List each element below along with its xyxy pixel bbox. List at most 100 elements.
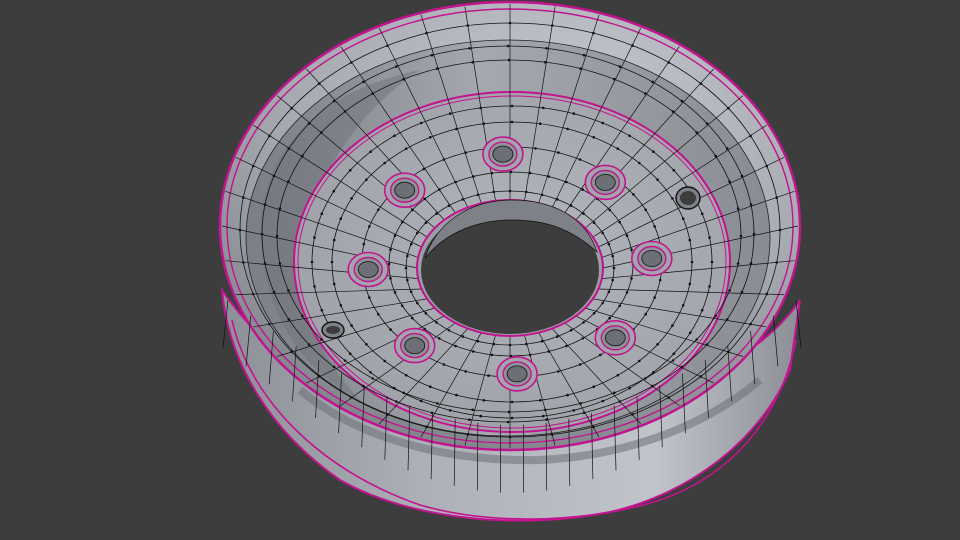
vertex: [272, 174, 276, 178]
vertex: [442, 363, 446, 366]
vertex: [307, 343, 311, 346]
vertex: [509, 170, 513, 174]
vertex: [705, 343, 709, 346]
vertex: [736, 207, 740, 210]
vertex: [638, 359, 641, 363]
vertex: [749, 203, 753, 206]
vertex: [592, 425, 595, 429]
bolt-hole: [594, 173, 616, 191]
vertex: [401, 220, 404, 224]
valve-hole-opening: [326, 326, 340, 334]
vertex: [538, 122, 542, 125]
vertex: [438, 188, 441, 191]
vertex: [775, 261, 778, 264]
vertex: [429, 136, 432, 139]
vertex: [658, 278, 662, 282]
vertex: [542, 414, 545, 418]
vertex: [601, 231, 604, 235]
vertex: [547, 175, 550, 178]
vertex: [749, 322, 752, 326]
vertex: [690, 260, 694, 264]
vertex: [579, 402, 582, 405]
vertex: [528, 353, 532, 357]
vertex: [348, 169, 352, 172]
wheel-rim-model[interactable]: [0, 0, 960, 540]
vertex: [581, 188, 584, 191]
vertex: [464, 370, 467, 373]
vertex: [383, 161, 387, 165]
vertex: [725, 147, 729, 150]
vertex: [506, 420, 510, 424]
vertex: [287, 180, 290, 183]
vertex: [672, 169, 676, 172]
vertex: [436, 67, 439, 70]
vertex: [343, 110, 347, 113]
vertex: [699, 375, 703, 378]
vertex: [369, 371, 372, 374]
center-bore: [416, 199, 604, 337]
vertex: [472, 350, 475, 353]
vertex: [332, 282, 336, 286]
vertex: [490, 171, 494, 175]
vertex: [612, 266, 616, 270]
vertex: [540, 339, 544, 343]
vertex: [638, 161, 641, 165]
vertex: [671, 197, 674, 200]
vertex: [681, 217, 685, 220]
vertex: [424, 312, 428, 315]
vertex: [534, 147, 537, 150]
vertex: [598, 353, 602, 357]
vertex: [430, 53, 434, 57]
vertex: [438, 337, 441, 340]
vertex: [409, 242, 413, 246]
vertex: [601, 301, 604, 305]
vertex: [389, 248, 392, 251]
vertex: [550, 433, 554, 436]
vertex: [275, 234, 279, 238]
vertex: [681, 304, 685, 307]
vertex: [582, 53, 586, 57]
vertex: [749, 262, 753, 265]
vertex: [455, 393, 458, 397]
bolt-hole: [357, 261, 379, 278]
vertex: [506, 44, 510, 48]
vertex: [476, 193, 480, 197]
vertex: [544, 408, 547, 412]
vertex: [700, 212, 704, 216]
vertex: [653, 296, 656, 299]
vertex: [454, 344, 457, 348]
vertex: [482, 122, 486, 125]
vertex: [565, 344, 568, 348]
vertex: [368, 296, 371, 299]
vertex: [395, 400, 398, 403]
vertex: [582, 411, 586, 415]
vertex: [287, 289, 290, 292]
vertex: [547, 350, 550, 353]
vertex: [464, 151, 467, 154]
vertex: [320, 308, 324, 312]
vertex: [278, 207, 282, 210]
vertex: [317, 375, 321, 378]
vertex: [455, 127, 458, 131]
vertex: [447, 204, 451, 207]
vertex: [422, 167, 426, 171]
vertex: [727, 350, 730, 354]
vertex: [447, 329, 451, 332]
vertex: [510, 400, 514, 404]
vertex: [350, 324, 353, 327]
vertex: [651, 80, 654, 84]
vertex: [555, 198, 559, 201]
vertex: [507, 58, 511, 62]
vertex: [454, 180, 457, 184]
vertex: [508, 343, 512, 347]
valve-hole-opening: [680, 191, 696, 205]
vertex: [739, 234, 743, 238]
vertex: [406, 278, 409, 282]
vertex: [710, 260, 714, 264]
3d-viewport[interactable]: [0, 0, 960, 540]
vertex: [350, 396, 353, 399]
vertex: [644, 208, 647, 212]
vertex: [736, 262, 740, 265]
vertex: [632, 193, 635, 196]
vertex: [544, 60, 547, 64]
